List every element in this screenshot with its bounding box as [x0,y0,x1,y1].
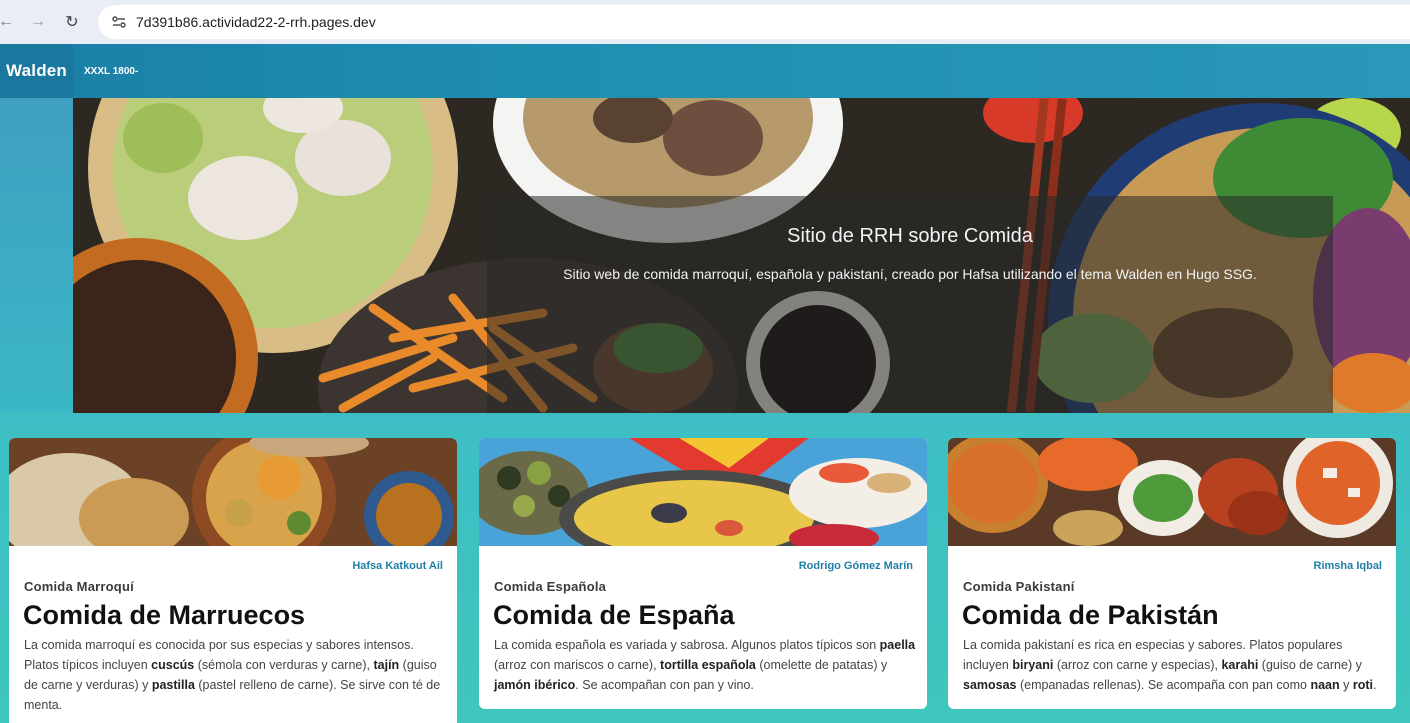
forward-arrow-icon[interactable]: → [24,8,52,36]
card-title[interactable]: Comida de Pakistán [962,600,1219,631]
card-image[interactable] [948,438,1396,546]
card-category: Comida Marroquí [24,579,134,594]
site-settings-icon[interactable] [108,11,130,33]
moroccan-food-image [9,438,457,546]
card-image[interactable] [479,438,927,546]
card-description: La comida marroquí es conocida por sus e… [24,638,441,712]
hero-subtitle: Sitio web de comida marroquí, española y… [563,266,1257,282]
decorative-strip [0,98,73,413]
card-author[interactable]: Rimsha Iqbal [1314,560,1382,572]
card-category: Comida Española [494,579,607,594]
site-header: Walden XXXL 1800- [0,44,1410,98]
url-text: 7d391b86.actividad22-2-rrh.pages.dev [136,14,376,30]
card-description: La comida pakistaní es rica en especias … [963,638,1377,692]
back-arrow-icon[interactable]: ← [0,8,20,36]
address-bar[interactable]: 7d391b86.actividad22-2-rrh.pages.dev [98,5,1410,39]
hero-title: Sitio de RRH sobre Comida [787,225,1033,247]
card-pakistan[interactable]: Rimsha Iqbal Comida Pakistaní Comida de … [948,438,1396,709]
card-marruecos[interactable]: Hafsa Katkout Ail Comida Marroquí Comida… [9,438,457,723]
pakistani-food-image [948,438,1396,546]
hero-banner: Sitio de RRH sobre Comida Sitio web de c… [73,98,1410,413]
card-author[interactable]: Rodrigo Gómez Marín [799,560,913,572]
card-title[interactable]: Comida de España [493,600,735,631]
card-image[interactable] [9,438,457,546]
site-tagline: XXXL 1800- [84,66,139,77]
card-author[interactable]: Hafsa Katkout Ail [352,560,443,572]
card-espana[interactable]: Rodrigo Gómez Marín Comida Española Comi… [479,438,927,709]
card-category: Comida Pakistaní [963,579,1075,594]
card-description: La comida española es variada y sabrosa.… [494,638,916,692]
browser-toolbar: ← → ↻ 7d391b86.actividad22-2-rrh.pages.d… [0,0,1410,44]
spanish-food-image [479,438,927,546]
brand-box[interactable]: Walden [0,44,73,98]
reload-icon[interactable]: ↻ [58,8,86,36]
site-brand[interactable]: Walden [6,61,67,81]
card-title[interactable]: Comida de Marruecos [23,600,305,631]
